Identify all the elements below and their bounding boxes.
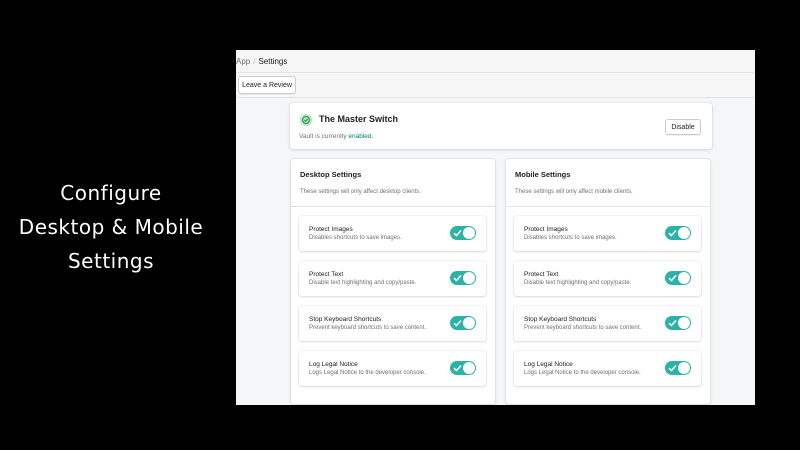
panel-description: These settings will only affect desktop … [300, 189, 421, 195]
toggle-switch[interactable] [450, 226, 476, 240]
breadcrumb: App / Settings [236, 50, 755, 73]
panel-title: Mobile Settings [515, 170, 571, 179]
checkmark-icon [668, 364, 677, 372]
checkmark-icon [453, 319, 462, 327]
setting-row-protect-images: Protect Images Disables shortcuts to sav… [299, 216, 486, 251]
toggle-switch[interactable] [665, 316, 691, 330]
master-switch-card: The Master Switch Vault is currently ena… [290, 103, 712, 149]
divider [506, 206, 710, 207]
mobile-settings-panel: Mobile Settings These settings will only… [506, 159, 710, 404]
toggle-knob [463, 227, 475, 239]
panel-description: These settings will only affect mobile c… [515, 189, 633, 195]
toggle-knob [463, 317, 475, 329]
setting-description: Logs Legal Notice to the developer conso… [524, 370, 641, 376]
checkmark-icon [668, 274, 677, 282]
breadcrumb-separator: / [253, 56, 256, 66]
disable-button[interactable]: Disable [665, 119, 701, 135]
setting-description: Disables shortcuts to save images. [524, 235, 617, 241]
setting-description: Prevent keyboard shortcuts to save conte… [524, 325, 642, 331]
master-switch-status: Vault is currently enabled. [299, 133, 373, 140]
setting-row-protect-text: Protect Text Disable text highlighting a… [514, 261, 701, 296]
promo-caption: Configure Desktop & Mobile Settings [0, 176, 222, 278]
setting-row-protect-text: Protect Text Disable text highlighting a… [299, 261, 486, 296]
setting-description: Disable text highlighting and copy/paste… [309, 280, 417, 286]
setting-row-protect-images: Protect Images Disables shortcuts to sav… [514, 216, 701, 251]
checkmark-icon [668, 319, 677, 327]
setting-label: Protect Text [309, 271, 344, 278]
check-circle-icon [300, 114, 312, 126]
breadcrumb-root[interactable]: App [236, 57, 250, 66]
setting-row-log-legal-notice: Log Legal Notice Logs Legal Notice to th… [514, 351, 701, 386]
divider [291, 206, 495, 207]
toggle-knob [463, 272, 475, 284]
app-window: App / Settings Leave a Review The Master… [236, 50, 755, 405]
setting-row-stop-keyboard-shortcuts: Stop Keyboard Shortcuts Prevent keyboard… [514, 306, 701, 341]
toggle-switch[interactable] [450, 316, 476, 330]
setting-label: Protect Images [524, 226, 568, 233]
toolbar: Leave a Review [236, 73, 755, 98]
checkmark-icon [453, 364, 462, 372]
master-switch-title: The Master Switch [319, 114, 399, 124]
toggle-knob [678, 362, 690, 374]
caption-line-2: Desktop & Mobile [18, 215, 204, 239]
setting-label: Stop Keyboard Shortcuts [524, 316, 597, 323]
setting-label: Log Legal Notice [524, 361, 573, 368]
desktop-settings-panel: Desktop Settings These settings will onl… [291, 159, 495, 404]
checkmark-icon [668, 229, 677, 237]
leave-review-button[interactable]: Leave a Review [238, 76, 296, 94]
caption-line-3: Settings [67, 249, 155, 273]
setting-label: Protect Images [309, 226, 353, 233]
toggle-switch[interactable] [665, 271, 691, 285]
breadcrumb-current: Settings [258, 56, 288, 66]
toggle-switch[interactable] [450, 361, 476, 375]
status-badge: enabled. [348, 133, 374, 140]
setting-description: Logs Legal Notice to the developer conso… [309, 370, 426, 376]
setting-label: Log Legal Notice [309, 361, 358, 368]
caption-line-1: Configure [60, 181, 162, 205]
setting-description: Prevent keyboard shortcuts to save conte… [309, 325, 427, 331]
toggle-switch[interactable] [665, 226, 691, 240]
toggle-switch[interactable] [665, 361, 691, 375]
checkmark-icon [453, 229, 462, 237]
setting-description: Disables shortcuts to save images. [309, 235, 402, 241]
checkmark-icon [453, 274, 462, 282]
setting-label: Protect Text [524, 271, 559, 278]
setting-description: Disable text highlighting and copy/paste… [524, 280, 632, 286]
toggle-knob [678, 317, 690, 329]
toggle-knob [463, 362, 475, 374]
status-prefix: Vault is currently [299, 133, 349, 140]
setting-row-log-legal-notice: Log Legal Notice Logs Legal Notice to th… [299, 351, 486, 386]
setting-row-stop-keyboard-shortcuts: Stop Keyboard Shortcuts Prevent keyboard… [299, 306, 486, 341]
toggle-switch[interactable] [450, 271, 476, 285]
panel-title: Desktop Settings [300, 170, 362, 179]
toggle-knob [678, 227, 690, 239]
setting-label: Stop Keyboard Shortcuts [309, 316, 382, 323]
toggle-knob [678, 272, 690, 284]
